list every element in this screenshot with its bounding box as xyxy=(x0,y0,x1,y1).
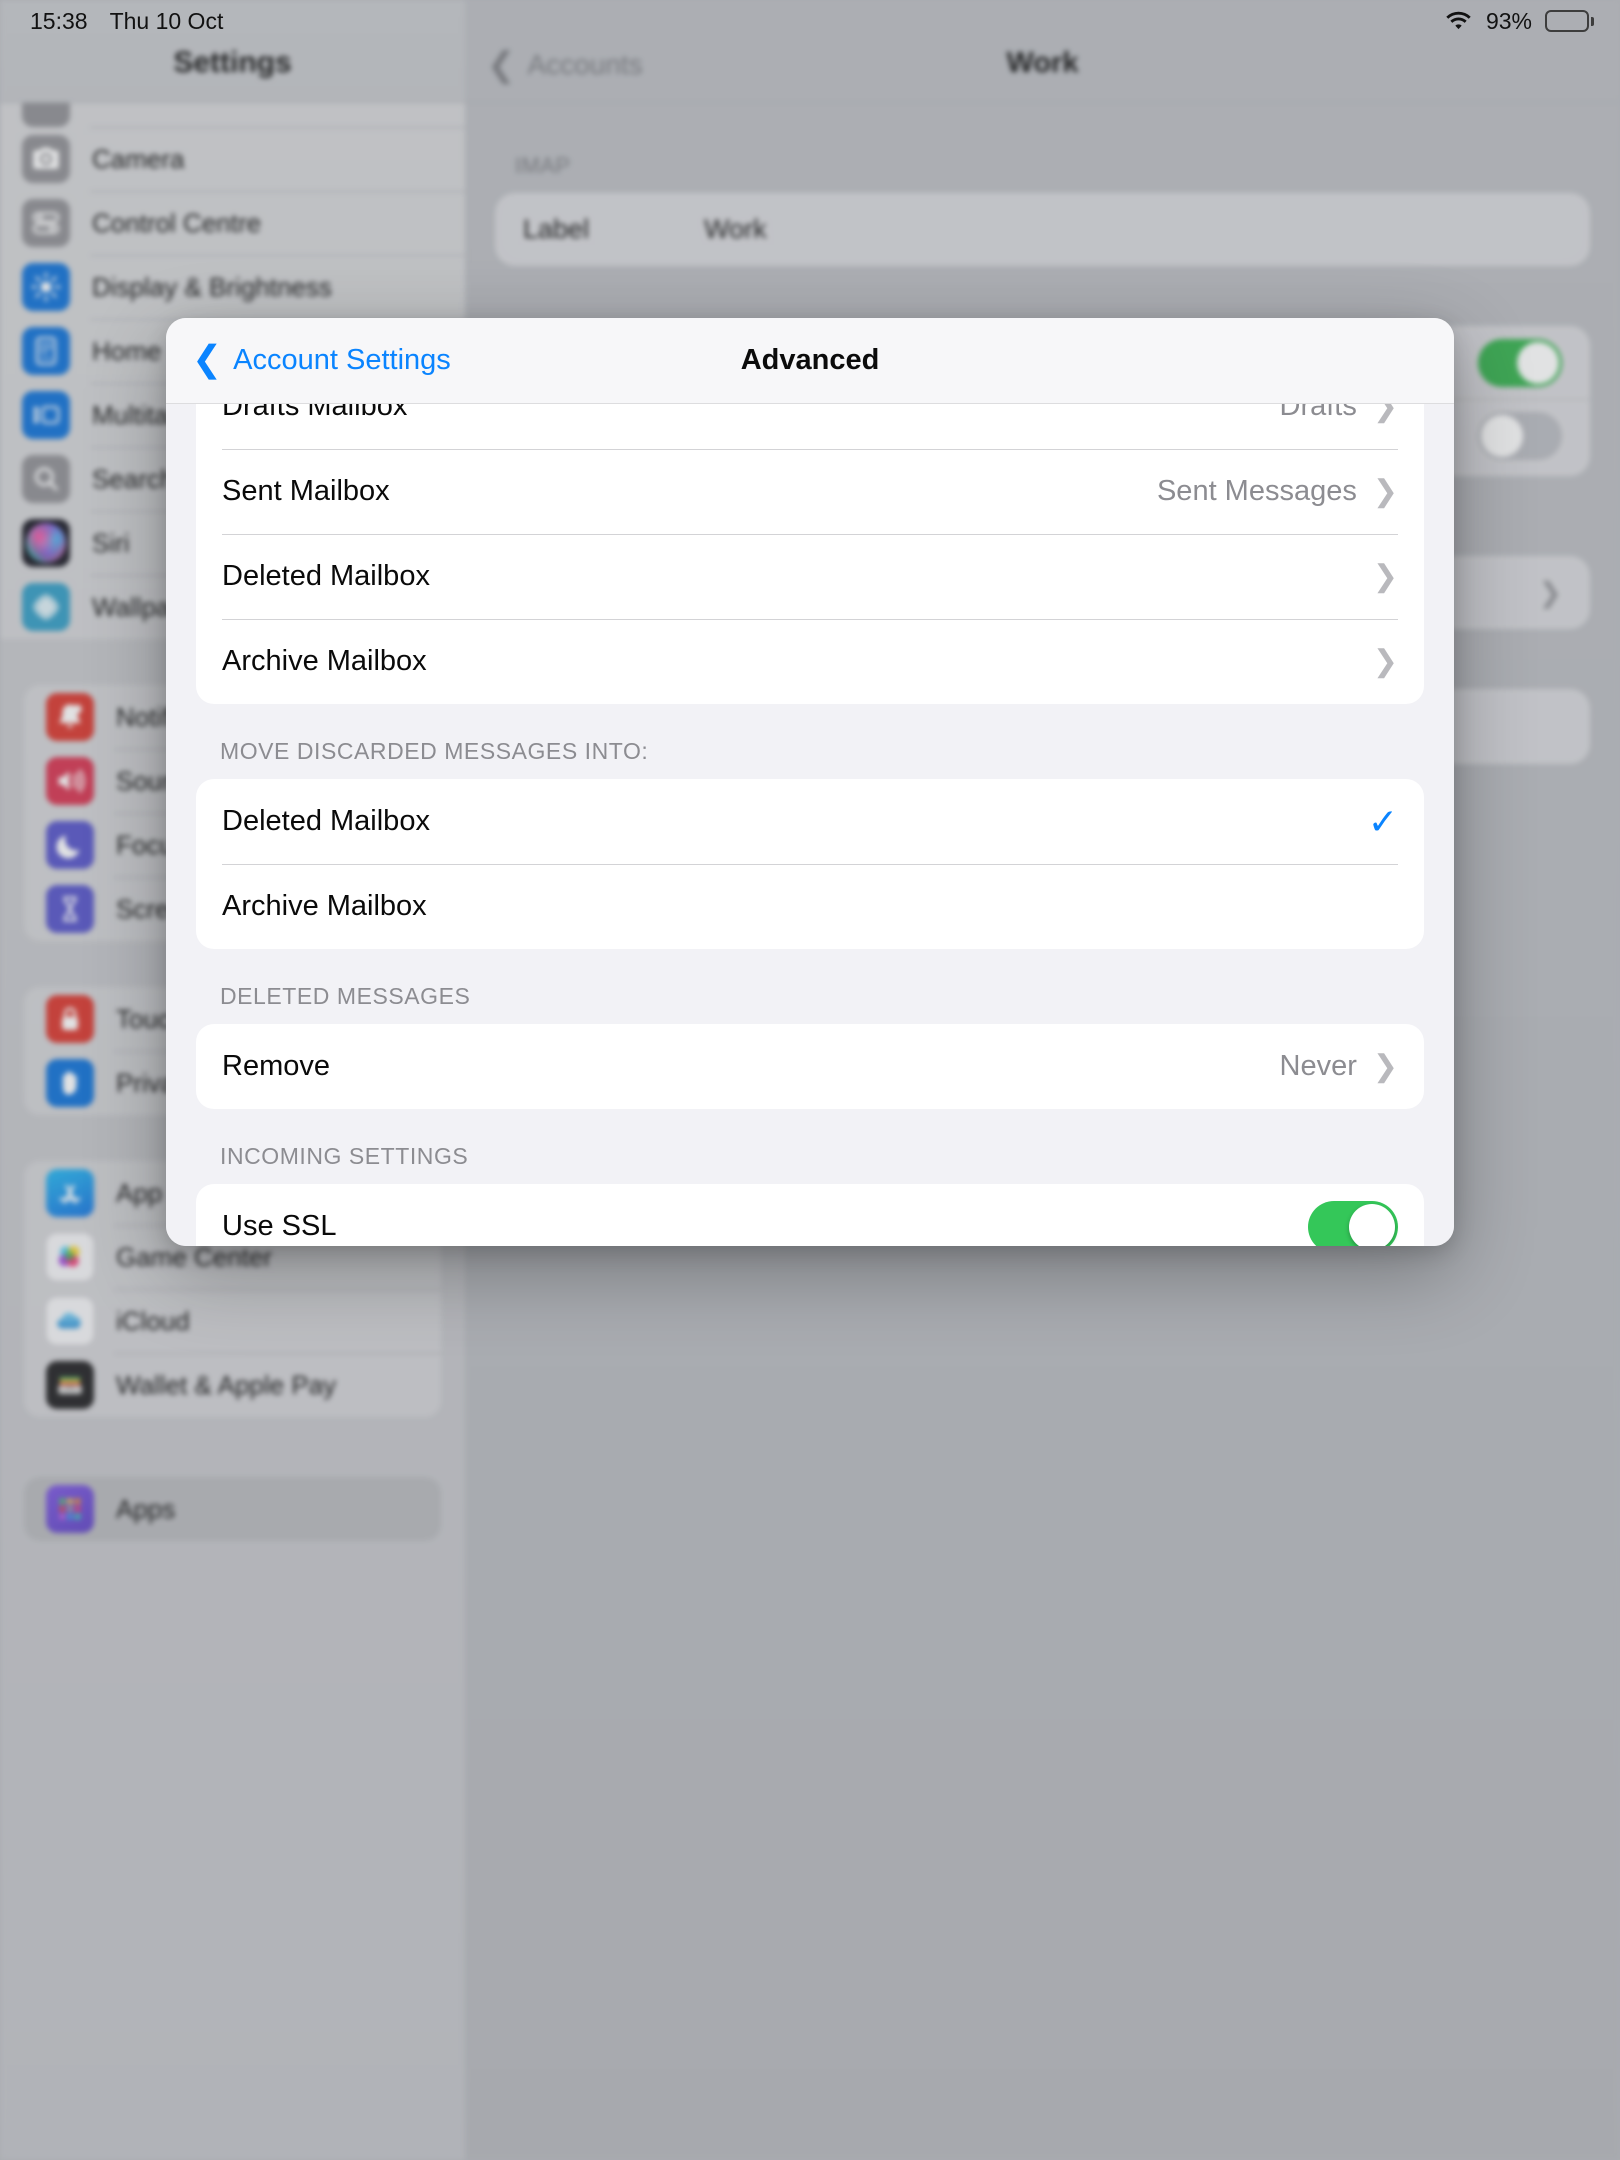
imap-section-label: IMAP xyxy=(515,153,571,178)
sidebar-item-display-brightness[interactable]: Display & Brightness xyxy=(0,255,465,319)
remove-row[interactable]: Remove Never ❯ xyxy=(196,1024,1424,1109)
option-label: Deleted Mailbox xyxy=(222,805,430,837)
row-label: Drafts Mailbox xyxy=(222,404,408,422)
page-title: Settings xyxy=(173,46,292,79)
sidebar-item-icloud[interactable]: iCloud xyxy=(24,1289,441,1353)
sidebar-item-clipped[interactable] xyxy=(0,103,465,127)
home-screen-icon xyxy=(22,327,70,375)
sidebar-item-label: Display & Brightness xyxy=(92,271,332,302)
incoming-settings-card: Use SSL Authentication Password ❯ IMAP P… xyxy=(196,1184,1424,1246)
wallpaper-icon xyxy=(22,583,70,631)
battery-percent: 93% xyxy=(1485,7,1532,34)
sidebar-item-label: Wallet & Apple Pay xyxy=(116,1369,337,1400)
sidebar-item-label: Apps xyxy=(116,1493,176,1524)
chevron-right-icon: ❯ xyxy=(1538,577,1562,608)
archive-mailbox-row[interactable]: Archive Mailbox ❯ xyxy=(196,619,1424,704)
modal-back-label: Account Settings xyxy=(233,344,451,376)
back-to-account-settings-button[interactable]: ❮ Account Settings xyxy=(192,338,451,379)
move-discarded-section-label: MOVE DISCARDED MESSAGES INTO: xyxy=(220,738,649,764)
focus-moon-icon xyxy=(46,821,94,869)
sidebar-item-label: Search xyxy=(92,463,175,494)
multitasking-icon xyxy=(22,391,70,439)
deleted-mailbox-row[interactable]: Deleted Mailbox ❯ xyxy=(196,534,1424,619)
battery-icon xyxy=(1545,10,1594,32)
label-row-label: Label xyxy=(523,214,590,244)
sidebar-item-label: Game Center xyxy=(116,1241,273,1272)
touch-id-lock-icon xyxy=(46,995,94,1043)
row-label: Deleted Mailbox xyxy=(222,560,430,592)
label-row-value: Work xyxy=(704,214,767,244)
camera-icon xyxy=(22,135,70,183)
sidebar-group-apps: Apps xyxy=(24,1477,441,1541)
sidebar-item-camera[interactable]: Camera xyxy=(0,127,465,191)
clipped-icon xyxy=(22,103,70,127)
modal-scroll-body[interactable]: Drafts Mailbox Drafts ❯ Sent Mailbox Sen… xyxy=(166,404,1454,1246)
row-label: Remove xyxy=(222,1050,330,1082)
back-to-accounts-button[interactable]: ❮ Accounts xyxy=(487,48,643,82)
mailbox-behaviours-card: Drafts Mailbox Drafts ❯ Sent Mailbox Sen… xyxy=(196,404,1424,704)
notifications-bell-icon xyxy=(46,693,94,741)
sidebar-item-apps[interactable]: Apps xyxy=(24,1477,441,1541)
control-centre-icon xyxy=(22,199,70,247)
sent-mailbox-row[interactable]: Sent Mailbox Sent Messages ❯ xyxy=(196,449,1424,534)
sidebar-item-label: Camera xyxy=(92,143,185,174)
screen-time-hourglass-icon xyxy=(46,885,94,933)
chevron-right-icon: ❯ xyxy=(1372,1050,1398,1083)
chevron-right-icon: ❯ xyxy=(1372,645,1398,678)
drafts-mailbox-row[interactable]: Drafts Mailbox Drafts ❯ xyxy=(196,404,1424,449)
row-value: Sent Messages xyxy=(1156,475,1357,507)
row-label: Use SSL xyxy=(222,1210,337,1242)
option-deleted-mailbox[interactable]: Deleted Mailbox ✓ xyxy=(196,779,1424,864)
sidebar-item-wallet[interactable]: Wallet & Apple Pay xyxy=(24,1353,441,1417)
incoming-settings-section-label: INCOMING SETTINGS xyxy=(220,1143,469,1169)
notes-toggle[interactable] xyxy=(1478,411,1562,460)
row-label: Sent Mailbox xyxy=(222,475,390,507)
chevron-left-icon: ❮ xyxy=(487,46,516,84)
back-label: Accounts xyxy=(527,49,643,80)
row-label: Archive Mailbox xyxy=(222,645,427,677)
modal-nav-bar: ❮ Account Settings Advanced xyxy=(166,318,1454,404)
game-center-icon xyxy=(46,1233,94,1281)
option-archive-mailbox[interactable]: Archive Mailbox xyxy=(196,864,1424,949)
deleted-messages-card: Remove Never ❯ xyxy=(196,1024,1424,1109)
app-store-icon xyxy=(46,1169,94,1217)
sidebar-item-control-centre[interactable]: Control Centre xyxy=(0,191,465,255)
label-row[interactable]: Label Work xyxy=(495,193,1590,266)
privacy-hand-icon xyxy=(46,1059,94,1107)
row-value: Never xyxy=(1279,1050,1357,1082)
status-date: Thu 10 Oct xyxy=(109,7,224,34)
status-time: 15:38 xyxy=(30,7,88,34)
mail-toggle[interactable] xyxy=(1478,338,1562,387)
chevron-right-icon: ❯ xyxy=(1372,560,1398,593)
search-icon xyxy=(22,455,70,503)
use-ssl-toggle[interactable] xyxy=(1308,1200,1398,1246)
chevron-left-icon: ❮ xyxy=(192,338,223,379)
move-discarded-card: Deleted Mailbox ✓ Archive Mailbox xyxy=(196,779,1424,949)
toggle-knob xyxy=(1349,1203,1395,1246)
chevron-right-icon: ❯ xyxy=(1372,475,1398,508)
sidebar-item-label: iCloud xyxy=(116,1305,190,1336)
chevron-right-icon: ❯ xyxy=(1372,404,1398,423)
sidebar-divider xyxy=(0,1417,465,1477)
deleted-messages-section-label: DELETED MESSAGES xyxy=(220,983,471,1009)
sounds-speaker-icon xyxy=(46,757,94,805)
checkmark-icon: ✓ xyxy=(1367,800,1398,842)
label-card: Label Work xyxy=(495,193,1590,266)
sidebar-item-label: Siri xyxy=(92,527,130,558)
row-value: Drafts xyxy=(1279,404,1357,422)
wifi-icon xyxy=(1444,10,1473,32)
brightness-icon xyxy=(22,263,70,311)
siri-icon xyxy=(22,519,70,567)
use-ssl-row[interactable]: Use SSL xyxy=(196,1184,1424,1246)
advanced-modal: ❮ Account Settings Advanced Drafts Mailb… xyxy=(166,318,1454,1246)
option-label: Archive Mailbox xyxy=(222,890,427,922)
apps-grid-icon xyxy=(46,1485,94,1533)
icloud-icon xyxy=(46,1297,94,1345)
sidebar-item-label: Control Centre xyxy=(92,207,262,238)
wallet-icon xyxy=(46,1361,94,1409)
status-bar: 15:38 Thu 10 Oct 93% xyxy=(0,0,1620,42)
